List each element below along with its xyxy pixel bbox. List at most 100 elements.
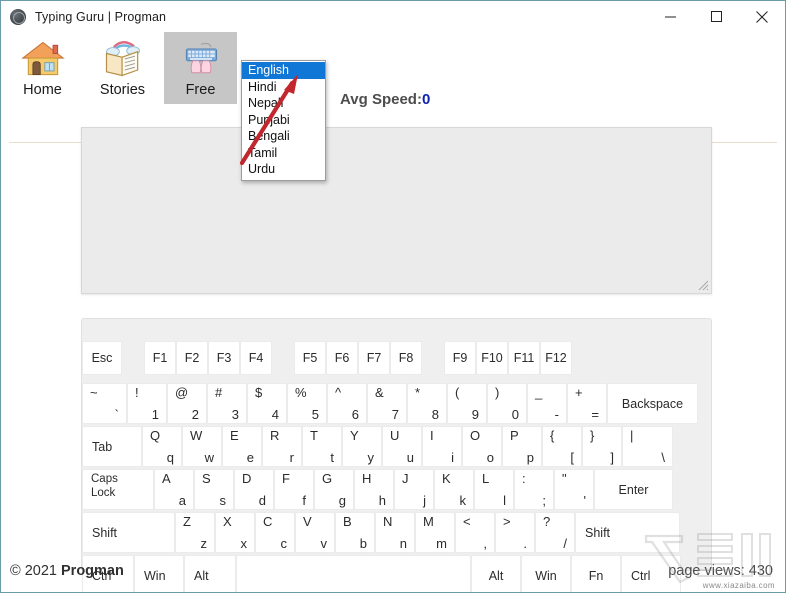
- key-q[interactable]: Qq: [142, 426, 182, 467]
- key-enter[interactable]: Enter: [594, 469, 673, 510]
- key-[[interactable]: {[: [542, 426, 582, 467]
- key-.[interactable]: >.: [495, 512, 535, 553]
- key-f6[interactable]: F6: [326, 341, 358, 375]
- key-shift[interactable]: Shift: [575, 512, 680, 553]
- key-6[interactable]: ^ 6: [327, 383, 367, 424]
- key-c[interactable]: Cc: [255, 512, 295, 553]
- key-w[interactable]: Ww: [182, 426, 222, 467]
- key-8[interactable]: * 8: [407, 383, 447, 424]
- key-shift-char: B: [343, 514, 352, 529]
- key-n[interactable]: Nn: [375, 512, 415, 553]
- key-space[interactable]: [236, 555, 471, 592]
- key-g[interactable]: Gg: [314, 469, 354, 510]
- key-shift-char: {: [550, 428, 555, 443]
- minimize-button[interactable]: [647, 1, 693, 33]
- key-t[interactable]: Tt: [302, 426, 342, 467]
- key-alt[interactable]: Alt: [471, 555, 521, 592]
- key-o[interactable]: Oo: [462, 426, 502, 467]
- language-dropdown-list[interactable]: English Hindi Nepali Punjabi Bengali Tam…: [241, 60, 326, 181]
- key-x[interactable]: Xx: [215, 512, 255, 553]
- key-esc[interactable]: Esc: [82, 341, 122, 375]
- key-d[interactable]: Dd: [234, 469, 274, 510]
- key-alt[interactable]: Alt: [184, 555, 236, 592]
- key-b[interactable]: Bb: [335, 512, 375, 553]
- key-f1[interactable]: F1: [144, 341, 176, 375]
- key-caps-lock[interactable]: Caps Lock: [82, 469, 154, 510]
- key-j[interactable]: Jj: [394, 469, 434, 510]
- typing-input-area[interactable]: [81, 127, 712, 294]
- key-;[interactable]: :;: [514, 469, 554, 510]
- key-5[interactable]: % 5: [287, 383, 327, 424]
- language-option[interactable]: Nepali: [242, 95, 325, 112]
- key-tab[interactable]: Tab: [82, 426, 142, 467]
- toolbar-item-home[interactable]: Home: [6, 32, 79, 104]
- key-f4[interactable]: F4: [240, 341, 272, 375]
- key-9[interactable]: (9: [447, 383, 487, 424]
- key-i[interactable]: Ii: [422, 426, 462, 467]
- key-7[interactable]: & 7: [367, 383, 407, 424]
- language-option[interactable]: Punjabi: [242, 112, 325, 129]
- key-shift-char: R: [270, 428, 280, 443]
- key-l[interactable]: Ll: [474, 469, 514, 510]
- key-p[interactable]: Pp: [502, 426, 542, 467]
- key-a[interactable]: Aa: [154, 469, 194, 510]
- key-base-char: v: [320, 536, 328, 551]
- key-win[interactable]: Win: [134, 555, 184, 592]
- toolbar: Home Stories Free Avg Speed:0: [1, 32, 785, 143]
- language-option[interactable]: Tamil: [242, 145, 325, 162]
- key-base-char: 9: [471, 407, 479, 422]
- resize-handle-icon[interactable]: [696, 278, 709, 291]
- key-1[interactable]: ! 1: [127, 383, 167, 424]
- key-fn[interactable]: Fn: [571, 555, 621, 592]
- close-button[interactable]: [739, 1, 785, 33]
- key-,[interactable]: <,: [455, 512, 495, 553]
- key-k[interactable]: Kk: [434, 469, 474, 510]
- key-f10[interactable]: F10: [476, 341, 508, 375]
- key-f9[interactable]: F9: [444, 341, 476, 375]
- key-f7[interactable]: F7: [358, 341, 390, 375]
- key-h[interactable]: Hh: [354, 469, 394, 510]
- key-f8[interactable]: F8: [390, 341, 422, 375]
- key--[interactable]: _ -: [527, 383, 567, 424]
- key-f5[interactable]: F5: [294, 341, 326, 375]
- key-shift[interactable]: Shift: [82, 512, 175, 553]
- key-f3[interactable]: F3: [208, 341, 240, 375]
- key-label: Shift: [92, 525, 118, 540]
- language-option[interactable]: English: [242, 62, 325, 79]
- key-e[interactable]: Ee: [222, 426, 262, 467]
- key-base-char: w: [204, 450, 214, 465]
- key-s[interactable]: Ss: [194, 469, 234, 510]
- maximize-button[interactable]: [693, 1, 739, 33]
- key-win[interactable]: Win: [521, 555, 571, 592]
- key-`[interactable]: ~ `: [82, 383, 127, 424]
- key-f11[interactable]: F11: [508, 341, 540, 375]
- key-label: F3: [216, 351, 232, 365]
- language-option[interactable]: Urdu: [242, 161, 325, 178]
- key-v[interactable]: Vv: [295, 512, 335, 553]
- toolbar-item-stories[interactable]: Stories: [86, 32, 159, 104]
- key-r[interactable]: Rr: [262, 426, 302, 467]
- language-option[interactable]: Bengali: [242, 128, 325, 145]
- key-0[interactable]: ) 0: [487, 383, 527, 424]
- key-4[interactable]: $4: [247, 383, 287, 424]
- key-'[interactable]: " ': [554, 469, 594, 510]
- key-/[interactable]: ? /: [535, 512, 575, 553]
- key-2[interactable]: @2: [167, 383, 207, 424]
- toolbar-item-label: Stories: [99, 82, 146, 98]
- key-z[interactable]: Zz: [175, 512, 215, 553]
- toolbar-item-free[interactable]: Free: [164, 32, 237, 104]
- key-f2[interactable]: F2: [176, 341, 208, 375]
- key-\[interactable]: | \: [622, 426, 673, 467]
- title-bar: Typing Guru | Progman: [1, 0, 785, 32]
- key-][interactable]: }]: [582, 426, 622, 467]
- key-f[interactable]: Ff: [274, 469, 314, 510]
- key-m[interactable]: Mm: [415, 512, 455, 553]
- copyright-brand: Progman: [61, 563, 124, 579]
- key-y[interactable]: Yy: [342, 426, 382, 467]
- key-3[interactable]: #3: [207, 383, 247, 424]
- key-f12[interactable]: F12: [540, 341, 572, 375]
- key-backspace[interactable]: Backspace: [607, 383, 698, 424]
- language-option[interactable]: Hindi: [242, 79, 325, 96]
- key-=[interactable]: + =: [567, 383, 607, 424]
- key-u[interactable]: Uu: [382, 426, 422, 467]
